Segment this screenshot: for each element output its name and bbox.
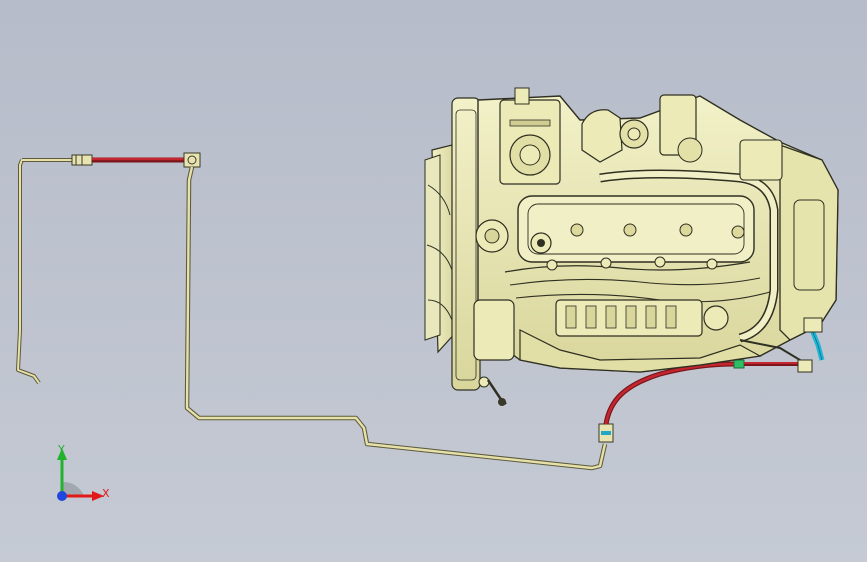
green-fitting[interactable] bbox=[733, 359, 745, 369]
valve-cover[interactable] bbox=[517, 195, 755, 263]
engine-assembly[interactable] bbox=[424, 87, 839, 406]
water-pump-hub bbox=[484, 228, 500, 244]
x-axis-label: X bbox=[102, 487, 110, 500]
cad-viewport[interactable]: Y X bbox=[0, 0, 867, 562]
coordinate-triad bbox=[57, 448, 104, 501]
corner-fitting[interactable] bbox=[183, 152, 201, 168]
alternator[interactable] bbox=[499, 87, 561, 185]
model-canvas[interactable] bbox=[0, 0, 867, 562]
y-axis-label: Y bbox=[58, 443, 65, 456]
engine-mount[interactable] bbox=[473, 299, 515, 406]
cable-left-run[interactable] bbox=[16, 159, 41, 385]
red-hose-engine[interactable] bbox=[603, 361, 736, 425]
z-axis-origin bbox=[57, 491, 67, 501]
injection-pump[interactable] bbox=[555, 299, 729, 337]
lower-fitting-band bbox=[601, 431, 611, 435]
